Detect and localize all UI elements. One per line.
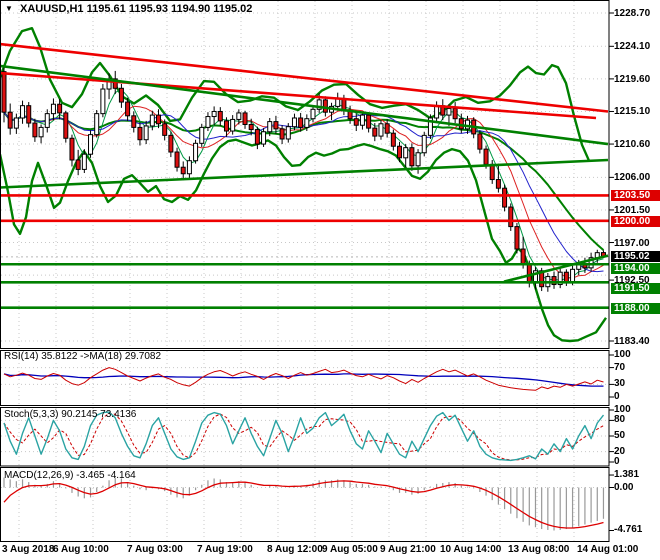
rsi-panel-series bbox=[4, 368, 604, 391]
time-axis-label: 14 Aug 01:00 bbox=[577, 544, 638, 555]
price-axis-label: 1206.00 bbox=[614, 172, 650, 183]
panel-borders bbox=[1, 1, 610, 542]
price-axis-label: 1197.00 bbox=[614, 238, 650, 249]
symbol-period-label: XAUUSD,H1 bbox=[20, 3, 84, 15]
stoch-axis-label: 80 bbox=[614, 415, 625, 425]
trading-chart-window: ▼ XAUUSD,H1 1195.61 1195.93 1194.90 1195… bbox=[0, 0, 660, 560]
price-axis-label: 1201.50 bbox=[614, 205, 650, 216]
macd-axis-label: 1.381 bbox=[614, 470, 639, 480]
moving-averages bbox=[4, 90, 604, 280]
rsi-axis-label: 100 bbox=[614, 350, 631, 360]
price-level-badge: 1195.02 bbox=[611, 251, 660, 262]
price-level-badge: 1188.00 bbox=[611, 303, 660, 314]
rsi-axis-label: 30 bbox=[614, 379, 625, 389]
stoch-axis-label: 0 bbox=[614, 457, 620, 467]
price-level-badge: 1200.00 bbox=[611, 216, 660, 227]
ohlc-values: 1195.61 1195.93 1194.90 1195.02 bbox=[87, 3, 253, 15]
time-axis-label: 7 Aug 03:00 bbox=[127, 544, 183, 555]
price-level-badge: 1191.50 bbox=[611, 283, 660, 294]
time-axis-label: 9 Aug 05:00 bbox=[322, 544, 378, 555]
macd-indicator-header: MACD(12,26,9) -3.465 -4.164 bbox=[4, 470, 136, 481]
price-axis-label: 1224.10 bbox=[614, 41, 650, 52]
time-axis-label: 8 Aug 12:00 bbox=[267, 544, 323, 555]
macd-axis-label: 0.00 bbox=[614, 483, 633, 493]
time-axis[interactable]: 3 Aug 20186 Aug 10:00 7 Aug 03:00 7 Aug 19… bbox=[0, 544, 660, 560]
time-axis-label: 3 Aug 2018 bbox=[2, 544, 54, 555]
rsi-axis-label: 0 bbox=[614, 392, 620, 402]
support-resistance-levels bbox=[1, 195, 609, 307]
macd-axis-label: -4.761 bbox=[614, 525, 642, 535]
rsi-axis-label: 70 bbox=[614, 363, 625, 373]
macd-panel-series bbox=[4, 478, 604, 531]
price-axis-label: 1210.60 bbox=[614, 139, 650, 150]
price-axis-label: 1219.60 bbox=[614, 74, 650, 85]
time-axis-label: 9 Aug 21:00 bbox=[380, 544, 436, 555]
time-axis-label: 6 Aug 10:00 bbox=[53, 544, 109, 555]
price-axis-label: 1228.70 bbox=[614, 8, 650, 19]
chart-title: ▼ XAUUSD,H1 1195.61 1195.93 1194.90 1195… bbox=[5, 3, 252, 15]
time-axis-label: 7 Aug 19:00 bbox=[197, 544, 253, 555]
stoch-axis-label: 50 bbox=[614, 431, 625, 441]
symbol-dropdown-icon[interactable]: ▼ bbox=[5, 4, 13, 13]
time-axis-label: 13 Aug 08:00 bbox=[508, 544, 569, 555]
rsi-indicator-header: RSI(14) 35.8122 ->MA(18) 29.7082 bbox=[4, 351, 161, 362]
price-axis-label: 1215.10 bbox=[614, 106, 650, 117]
price-axis-label: 1183.40 bbox=[614, 336, 650, 347]
stoch-indicator-header: Stoch(5,3,3) 90.2145 73.4136 bbox=[4, 409, 136, 420]
price-level-badge: 1194.00 bbox=[611, 263, 660, 274]
price-level-badge: 1203.50 bbox=[611, 190, 660, 201]
time-axis-label: 10 Aug 14:00 bbox=[440, 544, 501, 555]
